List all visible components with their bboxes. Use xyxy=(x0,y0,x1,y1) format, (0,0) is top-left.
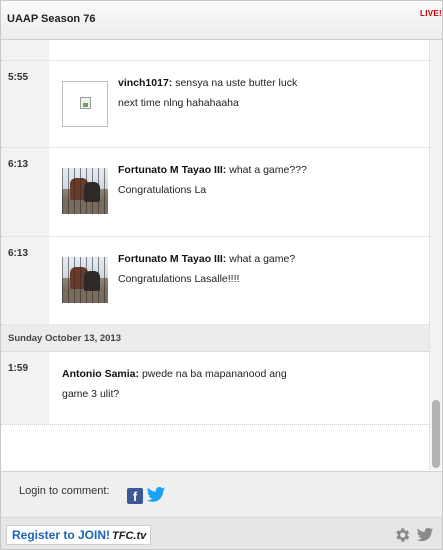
comment-author[interactable]: vinch1017: xyxy=(118,77,172,89)
comment-author[interactable]: Antonio Samia: xyxy=(62,368,139,380)
comment-message: Fortunato M Tayao III: what a game? Cong… xyxy=(118,249,318,289)
list-item: 1:59 Antonio Samia: pwede na ba mapanano… xyxy=(1,352,429,425)
chat-widget: UAAP Season 76 LIVE! 5:55 vinch1017: sen… xyxy=(0,0,443,550)
comment-message: Antonio Samia: pwede na ba mapananood an… xyxy=(62,364,302,404)
scrollbar[interactable] xyxy=(429,40,442,470)
date-separator: Sunday October 13, 2013 xyxy=(1,325,429,352)
comment-time: 6:13 xyxy=(8,248,29,259)
avatar[interactable] xyxy=(62,257,108,303)
register-button[interactable]: Register to JOIN! TFC.tv xyxy=(6,525,152,545)
comment-time: 1:59 xyxy=(8,363,29,374)
login-label: Login to comment: xyxy=(19,485,110,497)
time-column: 5:55 xyxy=(1,61,49,147)
date-label: Sunday October 13, 2013 xyxy=(8,333,121,344)
page-title: UAAP Season 76 xyxy=(7,13,96,25)
widget-header: UAAP Season 76 LIVE! xyxy=(1,1,442,40)
list-item xyxy=(1,40,429,61)
twitter-icon[interactable] xyxy=(415,526,435,544)
comment-message: Fortunato M Tayao III: what a game??? Co… xyxy=(118,160,318,200)
time-column: 1:59 xyxy=(1,352,49,424)
comment-feed[interactable]: 5:55 vinch1017: sensya na uste butter lu… xyxy=(1,40,429,470)
comment-author[interactable]: Fortunato M Tayao III: xyxy=(118,253,226,265)
comment-message: vinch1017: sensya na uste butter luck ne… xyxy=(118,73,318,113)
scrollbar-thumb[interactable] xyxy=(432,400,440,468)
list-item: 6:13 Fortunato M Tayao III: what a game?… xyxy=(1,237,429,325)
facebook-icon[interactable]: f xyxy=(127,488,143,504)
avatar[interactable] xyxy=(62,81,108,127)
comment-author[interactable]: Fortunato M Tayao III: xyxy=(118,164,226,176)
twitter-icon[interactable] xyxy=(146,485,166,505)
list-item: 6:13 Fortunato M Tayao III: what a game?… xyxy=(1,148,429,237)
avatar[interactable] xyxy=(62,168,108,214)
time-column: 6:13 xyxy=(1,148,49,236)
live-badge: LIVE! xyxy=(420,9,442,18)
tfc-logo: TFC.tv xyxy=(112,530,147,542)
time-column xyxy=(1,40,49,60)
register-label: Register to JOIN! xyxy=(12,528,111,542)
time-column: 6:13 xyxy=(1,237,49,324)
comment-time: 5:55 xyxy=(8,72,29,83)
list-item: 5:55 vinch1017: sensya na uste butter lu… xyxy=(1,61,429,148)
bottom-bar: Register to JOIN! TFC.tv xyxy=(1,517,442,549)
broken-image-icon xyxy=(80,97,91,109)
comment-time: 6:13 xyxy=(8,159,29,170)
gear-icon[interactable] xyxy=(393,526,411,544)
footer: Login to comment: f Register to JOIN! TFC… xyxy=(1,471,442,549)
